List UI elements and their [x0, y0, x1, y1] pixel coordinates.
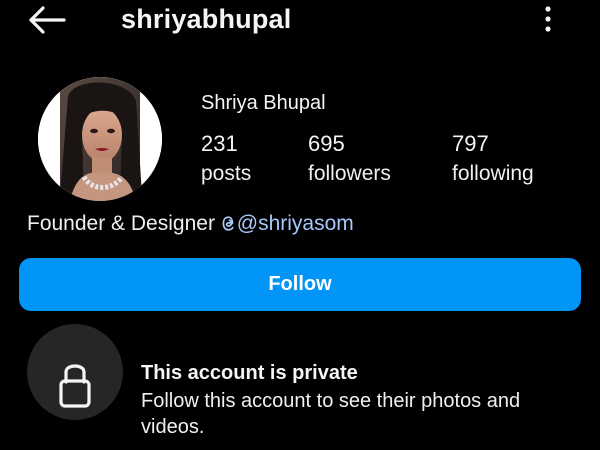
posts-count: 231 [201, 131, 238, 156]
followers-count[interactable]: 695 [308, 131, 345, 157]
following-count[interactable]: 797 [452, 131, 489, 157]
followers-label[interactable]: followers [308, 162, 391, 186]
bio-mention-link[interactable]: @shriyasom [221, 212, 354, 235]
more-options-button[interactable] [538, 4, 558, 34]
follow-button[interactable]: Follow [19, 258, 581, 311]
avatar[interactable] [38, 77, 162, 201]
back-button[interactable] [26, 4, 68, 36]
profile-photo [38, 77, 162, 201]
threads-icon [222, 216, 234, 231]
lock-icon-container [27, 324, 123, 420]
arrow-left-icon [29, 6, 66, 34]
profile-username: shriyabhupal [121, 4, 292, 34]
following-label[interactable]: following [452, 162, 534, 186]
profile-display-name: Shriya Bhupal [201, 92, 326, 114]
posts-label: posts [201, 162, 252, 185]
private-account-description: Follow this account to see their photos … [141, 390, 521, 438]
bio-mention-text[interactable]: @shriyasom [237, 212, 354, 235]
more-vertical-icon [545, 6, 551, 32]
bio-text: Founder & Designer [27, 212, 221, 235]
profile-bio: Founder & Designer @shriyasom [27, 212, 354, 236]
lock-icon [59, 364, 91, 408]
follow-button-label: Follow [268, 273, 332, 295]
private-account-title: This account is private [141, 362, 358, 384]
